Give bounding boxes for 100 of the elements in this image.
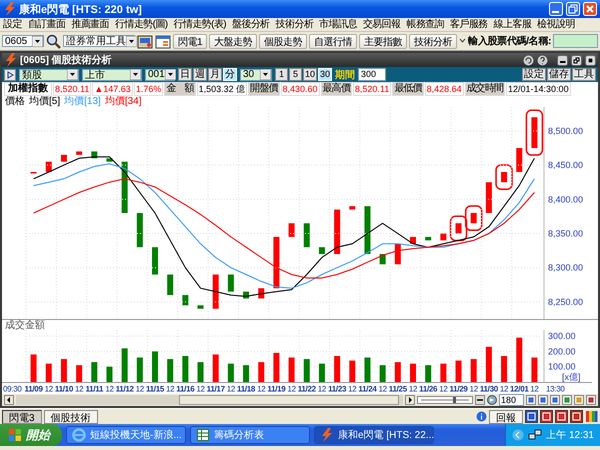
axis-label: 11/24	[358, 384, 377, 394]
interval-button[interactable]: 30	[318, 68, 332, 81]
tool-icon[interactable]	[555, 410, 568, 423]
market-combobox[interactable]: 上市	[82, 68, 142, 80]
menu-item[interactable]: 檢視說明	[534, 18, 578, 31]
menu-item[interactable]: 客戶服務	[447, 18, 491, 31]
menu-item[interactable]: 線上客服	[490, 18, 534, 31]
menu-item[interactable]: 市場訊息	[316, 18, 360, 31]
action-button[interactable]: 工具	[572, 68, 596, 81]
quote-value: 1,503.32 億	[196, 82, 248, 96]
range-field[interactable]: 300	[358, 68, 386, 81]
period-button[interactable]: 分	[223, 68, 237, 81]
browser-icon	[72, 428, 86, 442]
toolbar-button[interactable]: 個股走勢	[259, 34, 308, 48]
action-button[interactable]: 設定	[522, 68, 546, 81]
tool-icon[interactable]	[540, 410, 553, 423]
color-bars-icon[interactable]	[585, 410, 598, 423]
axis-label: 11/30	[480, 384, 498, 394]
quote-value: 8,428.64	[424, 82, 464, 96]
network-icon[interactable]	[528, 429, 542, 441]
candlestick	[470, 213, 477, 224]
report-button[interactable]: 回報	[489, 410, 523, 424]
volume-bar	[516, 338, 522, 382]
menu-item[interactable]: 推薦畫面	[68, 18, 112, 31]
menu-item[interactable]: 自訂畫面	[24, 18, 68, 31]
axis-label: 11/16	[176, 384, 194, 394]
search-field[interactable]	[553, 34, 598, 48]
axis-label: 11/09	[24, 384, 43, 394]
candlestick	[410, 236, 416, 244]
axis-label: 11/19	[267, 384, 286, 394]
axis-label: 12	[257, 384, 266, 394]
minimize-icon[interactable]	[557, 54, 568, 66]
menu-item[interactable]: 行情走勢(圖)	[112, 18, 170, 31]
chevron-icon[interactable]	[459, 37, 466, 45]
scroll-right-icon[interactable]	[405, 395, 415, 405]
toolbar-button[interactable]: 技術分析	[409, 34, 458, 48]
menu-item[interactable]: 行情走勢(表)	[170, 18, 229, 31]
tab[interactable]: 閃電3	[2, 410, 42, 424]
refresh-icon[interactable]	[523, 54, 534, 66]
restore-icon[interactable]	[571, 54, 582, 66]
interval-button[interactable]: 5	[289, 68, 302, 81]
legend-label: 價格	[5, 96, 25, 107]
axis-tick-label: 100.00	[548, 362, 576, 372]
action-button[interactable]: 儲存	[547, 68, 571, 81]
window-icon[interactable]	[155, 34, 171, 48]
menu-item[interactable]: 交易回報	[360, 18, 404, 31]
highlight-box	[526, 110, 544, 156]
volume-bar	[182, 356, 188, 382]
lightning-icon	[320, 428, 334, 442]
tool-set-combobox[interactable]: 證券常用工具	[63, 35, 135, 47]
toolbar-button[interactable]: 閃電1	[173, 34, 208, 48]
menu-item[interactable]: 帳務查詢	[403, 18, 448, 31]
start-button[interactable]: 開始	[0, 424, 62, 446]
zoom-slider-icon[interactable]	[417, 395, 473, 405]
interval-button[interactable]: 1	[275, 68, 288, 81]
menu-item[interactable]: 盤後分析	[228, 18, 273, 31]
axis-label: 12	[318, 384, 326, 394]
tab[interactable]: 個股技術	[44, 410, 98, 424]
arrow-right-circle-icon[interactable]	[487, 395, 497, 405]
quote-label: 最低價	[392, 82, 424, 96]
group-combobox[interactable]: 001	[145, 68, 175, 80]
minus-icon[interactable]	[475, 395, 485, 405]
period-button[interactable]: 日	[178, 68, 192, 81]
taskbar-button[interactable]: 籌碼分析表	[190, 426, 310, 444]
scroll-left-icon[interactable]	[4, 395, 14, 405]
toolbox-icon[interactable]	[137, 34, 153, 48]
tool-icon[interactable]	[570, 410, 583, 423]
axis-label: 11/12	[116, 384, 134, 394]
taskbar-button[interactable]: 康和e閃電 [HTS: 22...	[314, 426, 434, 444]
volume-bar	[486, 346, 492, 382]
tool-icon[interactable]	[525, 410, 538, 423]
axis-label: 11/22	[298, 384, 316, 394]
interval-button[interactable]: 10	[303, 68, 318, 81]
menu-item[interactable]: 技術分析	[272, 18, 316, 31]
search-icon[interactable]	[46, 34, 61, 48]
period-button[interactable]: 週	[193, 68, 207, 81]
minutes-combobox[interactable]: 30	[240, 68, 272, 80]
index-name: 加權指數	[4, 82, 52, 96]
volume-bar	[152, 351, 158, 382]
stock-code-combobox[interactable]: 0605	[2, 35, 44, 47]
menu-item[interactable]: 設定	[0, 18, 25, 31]
axis-label: 12	[136, 384, 144, 394]
candlestick	[46, 162, 52, 172]
spreadsheet-icon	[196, 428, 210, 442]
chevron-left-icon[interactable]	[512, 429, 524, 441]
close-icon[interactable]	[585, 54, 596, 66]
axis-label: 11/11	[85, 384, 104, 394]
category-combobox[interactable]: 類股	[19, 68, 79, 80]
period-button[interactable]: 月	[208, 68, 222, 81]
taskbar-button[interactable]: 短線投機天地-新浪...	[66, 426, 186, 444]
play-icon[interactable]	[4, 68, 16, 80]
volume-bar	[243, 365, 250, 382]
volume-bar	[106, 366, 112, 382]
volume-bar	[410, 364, 416, 382]
toolbar-button[interactable]: 主要指數	[359, 34, 408, 48]
help-icon[interactable]	[537, 54, 548, 66]
scrollbar-thumb[interactable]	[178, 395, 400, 405]
toolbar-button[interactable]: 大盤走勢	[209, 34, 258, 48]
toolbar-button[interactable]: 自選行情	[309, 34, 358, 48]
zoom-field[interactable]: 180	[499, 394, 524, 406]
